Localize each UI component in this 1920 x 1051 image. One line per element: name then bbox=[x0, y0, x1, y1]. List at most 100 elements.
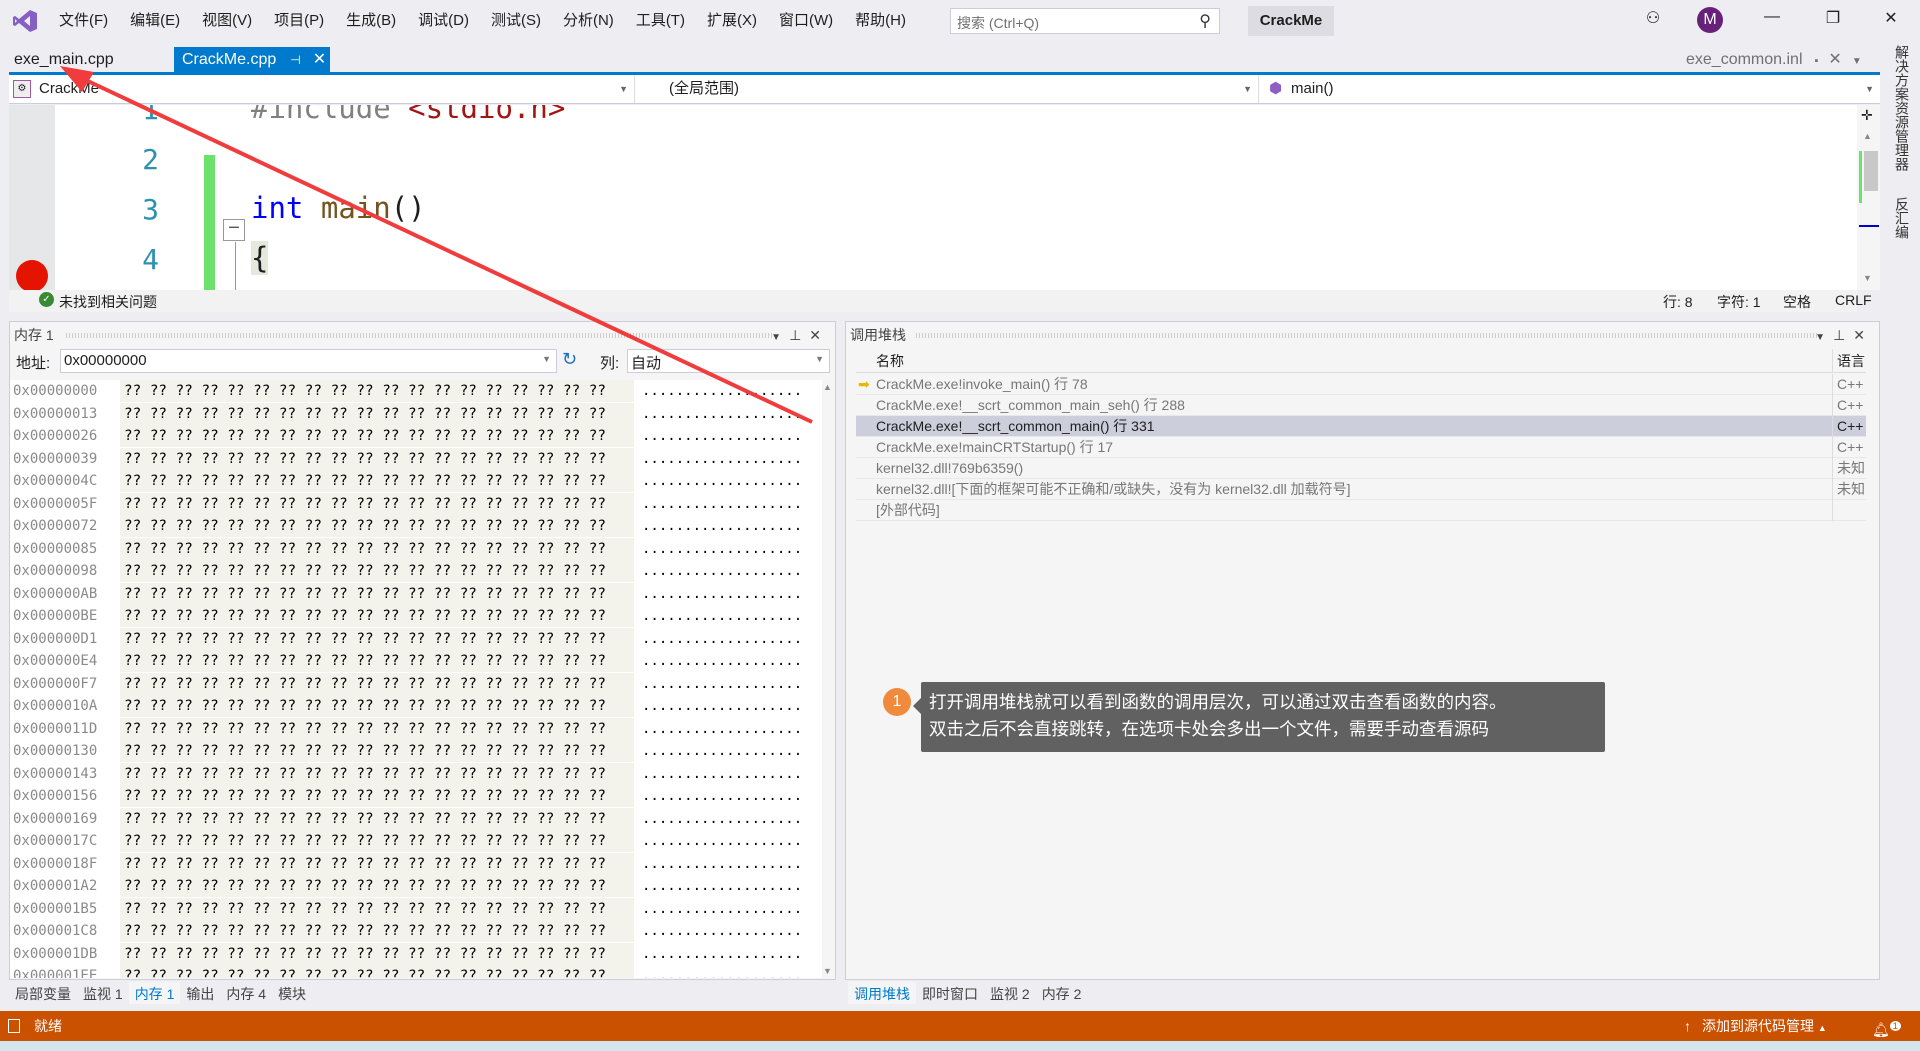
collapse-icon[interactable]: − bbox=[223, 218, 245, 241]
menu-item[interactable]: 工具(T) bbox=[625, 10, 696, 32]
memory-bytes[interactable]: ?? ?? ?? ?? ?? ?? ?? ?? ?? ?? ?? ?? ?? ?… bbox=[120, 425, 634, 447]
chevron-down-icon[interactable]: ▼ bbox=[815, 354, 824, 364]
menu-item[interactable]: 项目(P) bbox=[263, 10, 335, 32]
char-indicator[interactable]: 字符: 1 bbox=[1717, 292, 1761, 312]
memory-ascii[interactable]: ................... bbox=[642, 627, 822, 650]
memory-ascii[interactable]: ................... bbox=[642, 470, 822, 492]
memory-bytes[interactable]: ?? ?? ?? ?? ?? ?? ?? ?? ?? ?? ?? ?? ?? ?… bbox=[120, 627, 634, 650]
memory-row[interactable]: 0x00000143 ?? ?? ?? ?? ?? ?? ?? ?? ?? ?? … bbox=[10, 762, 822, 786]
scope-dropdown[interactable]: (全局范围) ▼ bbox=[637, 75, 1259, 103]
memory-row[interactable]: 0x00000098 ?? ?? ?? ?? ?? ?? ?? ?? ?? ?? … bbox=[10, 560, 822, 583]
memory-ascii[interactable]: ................... bbox=[642, 537, 822, 560]
close-window-button[interactable]: ✕ bbox=[1876, 8, 1906, 28]
memory-row[interactable]: 0x0000010A ?? ?? ?? ?? ?? ?? ?? ?? ?? ?? … bbox=[10, 695, 822, 718]
memory-row[interactable]: 0x000001DB ?? ?? ?? ?? ?? ?? ?? ?? ?? ?? … bbox=[10, 942, 822, 966]
eol-indicator[interactable]: CRLF bbox=[1835, 292, 1872, 308]
tab-crackme-cpp[interactable]: CrackMe.cpp ⊣ ✕ bbox=[174, 47, 330, 73]
memory-row[interactable]: 0x00000169 ?? ?? ?? ?? ?? ?? ?? ?? ?? ?? … bbox=[10, 807, 822, 831]
memory-bytes[interactable]: ?? ?? ?? ?? ?? ?? ?? ?? ?? ?? ?? ?? ?? ?… bbox=[120, 402, 634, 425]
memory-row[interactable]: 0x00000156 ?? ?? ?? ?? ?? ?? ?? ?? ?? ?? … bbox=[10, 785, 822, 808]
pin-icon[interactable]: ⊥ bbox=[789, 327, 809, 343]
memory-ascii[interactable]: ................... bbox=[642, 942, 822, 965]
panel-tab[interactable]: 调用堆栈 bbox=[848, 982, 916, 1004]
scroll-down-icon[interactable]: ▼ bbox=[823, 966, 832, 976]
memory-bytes[interactable]: ?? ?? ?? ?? ?? ?? ?? ?? ?? ?? ?? ?? ?? ?… bbox=[120, 447, 634, 470]
memory-ascii[interactable]: ................... bbox=[642, 740, 822, 762]
search-icon[interactable]: ⚲ bbox=[1199, 11, 1211, 31]
pin-icon[interactable]: ▪ bbox=[1815, 55, 1819, 67]
memory-bytes[interactable]: ?? ?? ?? ?? ?? ?? ?? ?? ?? ?? ?? ?? ?? ?… bbox=[120, 515, 634, 537]
call-stack-row[interactable]: kernel32.dll![下面的框架可能不正确和/或缺失，没有为 kernel… bbox=[856, 479, 1866, 500]
memory-ascii[interactable]: ................... bbox=[642, 695, 822, 717]
memory-bytes[interactable]: ?? ?? ?? ?? ?? ?? ?? ?? ?? ?? ?? ?? ?? ?… bbox=[120, 470, 634, 492]
memory-bytes[interactable]: ?? ?? ?? ?? ?? ?? ?? ?? ?? ?? ?? ?? ?? ?… bbox=[120, 852, 634, 875]
panel-tab[interactable]: 内存 4 bbox=[220, 982, 272, 1004]
memory-bytes[interactable]: ?? ?? ?? ?? ?? ?? ?? ?? ?? ?? ?? ?? ?? ?… bbox=[120, 650, 634, 672]
close-icon[interactable]: ✕ bbox=[809, 327, 829, 343]
memory-bytes[interactable]: ?? ?? ?? ?? ?? ?? ?? ?? ?? ?? ?? ?? ?? ?… bbox=[120, 740, 634, 762]
memory-row[interactable]: 0x00000130 ?? ?? ?? ?? ?? ?? ?? ?? ?? ?? … bbox=[10, 740, 822, 763]
close-tab-icon[interactable]: ✕ bbox=[313, 51, 326, 68]
dropdown-icon[interactable]: ▼ bbox=[1815, 332, 1833, 343]
memory-row[interactable]: 0x000000BE ?? ?? ?? ?? ?? ?? ?? ?? ?? ?? … bbox=[10, 605, 822, 628]
menu-item[interactable]: 编辑(E) bbox=[119, 10, 191, 32]
memory-ascii[interactable]: ................... bbox=[642, 807, 822, 830]
memory-ascii[interactable]: ................... bbox=[642, 762, 822, 785]
memory-row[interactable]: 0x00000000 ?? ?? ?? ?? ?? ?? ?? ?? ?? ?? … bbox=[10, 380, 822, 403]
breakpoint-icon[interactable] bbox=[16, 260, 48, 290]
memory-ascii[interactable]: ................... bbox=[642, 582, 822, 605]
menu-item[interactable]: 文件(F) bbox=[48, 10, 119, 32]
memory-ascii[interactable]: ................... bbox=[642, 852, 822, 875]
menu-item[interactable]: 调试(D) bbox=[407, 10, 480, 32]
panel-tab[interactable]: 即时窗口 bbox=[916, 982, 984, 1004]
scroll-up-icon[interactable]: ▲ bbox=[823, 382, 832, 392]
memory-ascii[interactable]: ................... bbox=[642, 897, 822, 920]
issues-status[interactable]: 未找到相关问题 bbox=[59, 292, 157, 312]
call-stack-row[interactable]: CrackMe.exe!__scrt_common_main_seh() 行 2… bbox=[856, 395, 1866, 416]
scroll-down-icon[interactable]: ▼ bbox=[1863, 273, 1872, 283]
memory-row[interactable]: 0x000001A2 ?? ?? ?? ?? ?? ?? ?? ?? ?? ?? … bbox=[10, 875, 822, 898]
close-tab-icon[interactable]: ✕ bbox=[1828, 51, 1841, 68]
memory-ascii[interactable]: ................... bbox=[642, 560, 822, 582]
panel-tab[interactable]: 模块 bbox=[272, 982, 312, 1004]
avatar[interactable]: M bbox=[1697, 7, 1723, 33]
memory-bytes[interactable]: ?? ?? ?? ?? ?? ?? ?? ?? ?? ?? ?? ?? ?? ?… bbox=[120, 492, 634, 515]
memory-ascii[interactable]: ................... bbox=[642, 672, 822, 695]
memory-row[interactable]: 0x00000013 ?? ?? ?? ?? ?? ?? ?? ?? ?? ?? … bbox=[10, 402, 822, 426]
pin-icon[interactable]: ⊣ bbox=[290, 53, 300, 67]
memory-row[interactable]: 0x000001B5 ?? ?? ?? ?? ?? ?? ?? ?? ?? ?? … bbox=[10, 897, 822, 921]
spaces-indicator[interactable]: 空格 bbox=[1783, 292, 1811, 312]
scroll-thumb[interactable] bbox=[1864, 151, 1878, 191]
scroll-up-icon[interactable]: ▲ bbox=[1863, 131, 1872, 141]
tab-list-dropdown-icon[interactable]: ▼ bbox=[1852, 56, 1862, 67]
menu-item[interactable]: 视图(V) bbox=[191, 10, 263, 32]
memory-bytes[interactable]: ?? ?? ?? ?? ?? ?? ?? ?? ?? ?? ?? ?? ?? ?… bbox=[120, 920, 634, 942]
memory-row[interactable]: 0x0000005F ?? ?? ?? ?? ?? ?? ?? ?? ?? ?? … bbox=[10, 492, 822, 516]
columns-dropdown[interactable]: 自动 ▼ bbox=[627, 349, 830, 373]
notification-bell-icon[interactable]: 🔔︎ 1 bbox=[1872, 1011, 1901, 1045]
panel-tab[interactable]: 输出 bbox=[180, 982, 220, 1004]
memory-row[interactable]: 0x00000026 ?? ?? ?? ?? ?? ?? ?? ?? ?? ?? … bbox=[10, 425, 822, 448]
memory-row[interactable]: 0x0000018F ?? ?? ?? ?? ?? ?? ?? ?? ?? ?? … bbox=[10, 852, 822, 876]
memory-bytes[interactable]: ?? ?? ?? ?? ?? ?? ?? ?? ?? ?? ?? ?? ?? ?… bbox=[120, 582, 634, 605]
memory-ascii[interactable]: ................... bbox=[642, 650, 822, 672]
memory-bytes[interactable]: ?? ?? ?? ?? ?? ?? ?? ?? ?? ?? ?? ?? ?? ?… bbox=[120, 785, 634, 807]
menu-item[interactable]: 扩展(X) bbox=[696, 10, 768, 32]
memory-ascii[interactable]: ................... bbox=[642, 447, 822, 470]
memory-bytes[interactable]: ?? ?? ?? ?? ?? ?? ?? ?? ?? ?? ?? ?? ?? ?… bbox=[120, 762, 634, 785]
memory-ascii[interactable]: ................... bbox=[642, 492, 822, 515]
memory-row[interactable]: 0x00000085 ?? ?? ?? ?? ?? ?? ?? ?? ?? ?? … bbox=[10, 537, 822, 561]
memory-ascii[interactable]: ................... bbox=[642, 920, 822, 942]
editor-scrollbar[interactable]: ✛ ▲ ▼ bbox=[1857, 105, 1880, 290]
call-stack-row[interactable]: kernel32.dll!769b6359() 未知 bbox=[856, 458, 1866, 479]
minimize-button[interactable]: — bbox=[1757, 8, 1787, 26]
memory-bytes[interactable]: ?? ?? ?? ?? ?? ?? ?? ?? ?? ?? ?? ?? ?? ?… bbox=[120, 942, 634, 965]
memory-bytes[interactable]: ?? ?? ?? ?? ?? ?? ?? ?? ?? ?? ?? ?? ?? ?… bbox=[120, 830, 634, 852]
memory-bytes[interactable]: ?? ?? ?? ?? ?? ?? ?? ?? ?? ?? ?? ?? ?? ?… bbox=[120, 695, 634, 717]
menu-item[interactable]: 窗口(W) bbox=[768, 10, 844, 32]
memory-ascii[interactable]: ................... bbox=[642, 605, 822, 627]
live-share-icon[interactable]: ⚇ bbox=[1638, 8, 1668, 28]
pin-icon[interactable]: ⊥ bbox=[1833, 327, 1853, 343]
search-input[interactable]: 搜索 (Ctrl+Q) ⚲ bbox=[950, 8, 1220, 34]
panel-tab[interactable]: 监视 1 bbox=[77, 982, 129, 1004]
